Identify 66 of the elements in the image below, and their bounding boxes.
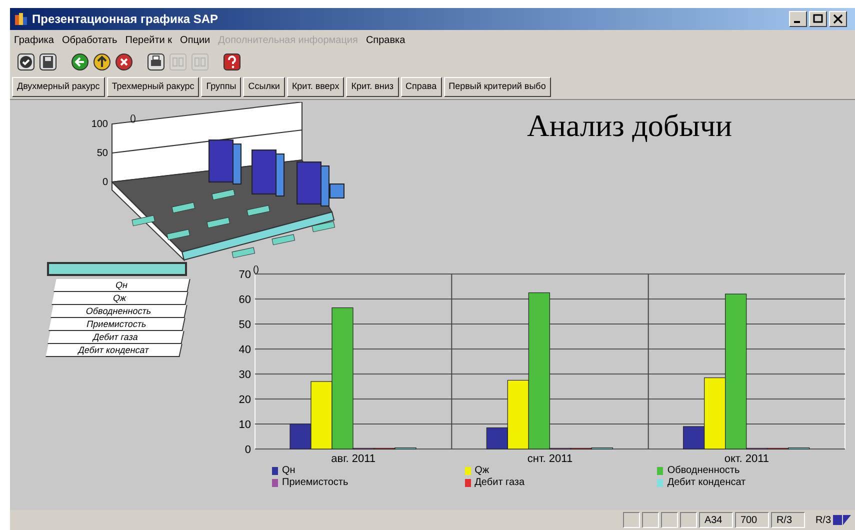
legend-label: Приемистость [282,477,348,489]
menu-item[interactable]: Опции [180,32,210,48]
legend-label: Обводненность [667,465,740,477]
menu-item[interactable]: Графика [14,32,54,48]
up-arrow-icon[interactable] [92,52,112,72]
y-tick-label: 20 [238,394,251,406]
y-tick-label: 60 [238,294,251,306]
legend-row: Qн [53,279,190,292]
maximize-button[interactable] [809,11,827,27]
help-icon[interactable] [222,52,242,72]
view-button[interactable]: Справа [400,76,442,96]
view-button[interactable]: Первый критерий выбо [444,76,551,96]
y-tick-label: 0 [244,444,251,456]
y-tick-label: 10 [238,419,251,431]
status-indicator-icon [833,515,851,525]
minimize-icon [794,21,800,23]
legend-label: Дебит конденсат [667,477,746,489]
system-label: R/3 [815,514,831,528]
category-label: снт. 2011 [527,453,573,465]
status-field [623,512,640,528]
floppy-disk-icon[interactable] [38,52,58,72]
status-field: R/3 [771,512,806,528]
menu-item[interactable]: Обработать [62,32,118,48]
close-icon [833,14,843,24]
legend-row: Qж [52,292,188,305]
view-button[interactable]: Группы [201,76,242,96]
close-button[interactable] [829,11,847,27]
chart-heading: Анализ добычи [527,108,732,145]
view-button[interactable]: Ссылки [243,76,285,96]
cancel-icon[interactable] [114,52,134,72]
minimize-button[interactable] [789,11,807,27]
status-field [642,512,660,528]
printer-icon[interactable] [146,52,166,72]
menu-item[interactable]: Перейти к [125,32,172,48]
status-field [661,512,678,528]
app-icon [14,12,28,26]
y-tick-label: 50 [238,319,251,331]
legend-label: Дебит газа [474,477,525,489]
legend-row: Дебит конденсат [46,344,182,357]
back-arrow-icon[interactable] [70,52,90,72]
menu-item[interactable]: Справка [366,32,406,48]
axis-unit-label: () [130,113,136,123]
legend-row: Обводненность [50,305,187,318]
maximize-icon [813,14,823,24]
y-tick-label: 40 [238,344,251,356]
status-field: A34 [699,512,734,528]
y-axis-unit: () [253,264,259,274]
view-button[interactable]: Крит. вниз [346,76,399,96]
view-button[interactable]: Трехмерный ракурс [106,76,200,96]
y-tick-label: 30 [238,369,251,381]
axis-tick-label: 100 [91,119,108,130]
status-field: 700 [735,512,770,528]
status-field [680,512,698,528]
checkmark-icon[interactable] [16,52,36,72]
legend-row: Приемистость [48,318,186,331]
category-label: авг. 2011 [331,453,376,465]
legend-label: Qн [282,465,296,477]
legend-label: Qж [474,465,490,477]
legend-row: Дебит газа [47,331,184,344]
axis-tick-label: 0 [102,177,108,188]
view-button[interactable]: Двухмерный ракурс [12,76,105,96]
category-label: окт. 2011 [724,453,769,465]
view-button[interactable]: Крит. вверх [286,76,344,96]
window-title: Презентационная графика SAP [32,11,218,28]
axis-tick-label: 50 [96,148,108,159]
y-tick-label: 70 [238,269,251,281]
